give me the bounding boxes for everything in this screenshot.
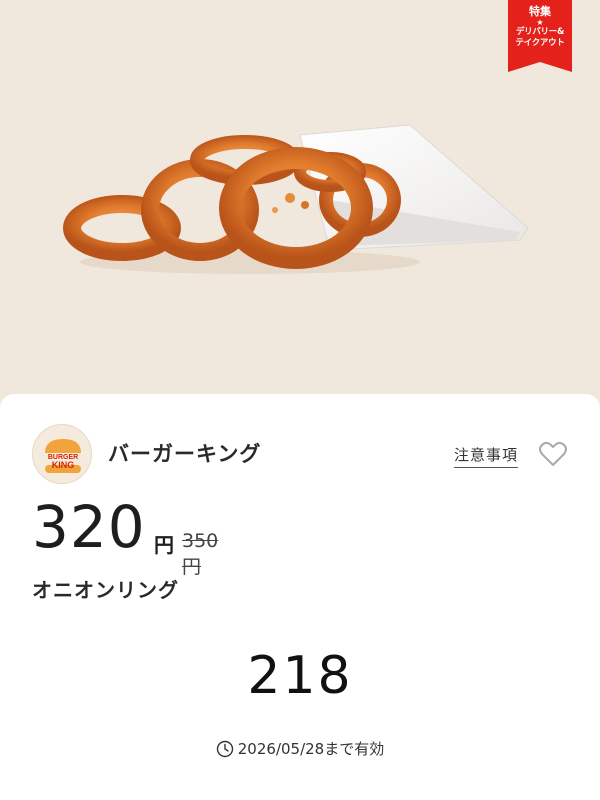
star-icon: ★: [536, 18, 544, 27]
product-hero-image: 特集 ★ デリバリー& テイクアウト: [0, 0, 600, 400]
ribbon-line-2: テイクアウト: [515, 38, 565, 48]
burger-king-logo-graphic: BURGER KING: [45, 439, 81, 473]
currency-label: 円: [154, 533, 174, 557]
current-price: 320: [32, 493, 146, 561]
coupon-card: BURGER KING バーガーキング 注意事項 320 円 350円 オニオン…: [0, 394, 600, 800]
notes-link[interactable]: 注意事項: [454, 444, 519, 468]
ribbon-title: 特集: [529, 5, 551, 18]
heart-outline-icon[interactable]: [538, 440, 568, 468]
feature-ribbon[interactable]: 特集 ★ デリバリー& テイクアウト: [508, 0, 572, 72]
logo-bottom-text: KING: [52, 460, 75, 470]
coupon-code: 218: [247, 646, 353, 706]
ribbon-line-1: デリバリー&: [515, 27, 565, 37]
burger-king-logo: BURGER KING: [32, 424, 92, 484]
expiry-text: 2026/05/28まで有効: [237, 740, 385, 758]
brand-name: バーガーキング: [108, 442, 262, 466]
product-name: オニオンリング: [32, 578, 179, 602]
original-price: 350円: [182, 530, 219, 578]
expiry-info: 2026/05/28まで有効: [0, 738, 600, 762]
clock-icon: [216, 740, 234, 762]
